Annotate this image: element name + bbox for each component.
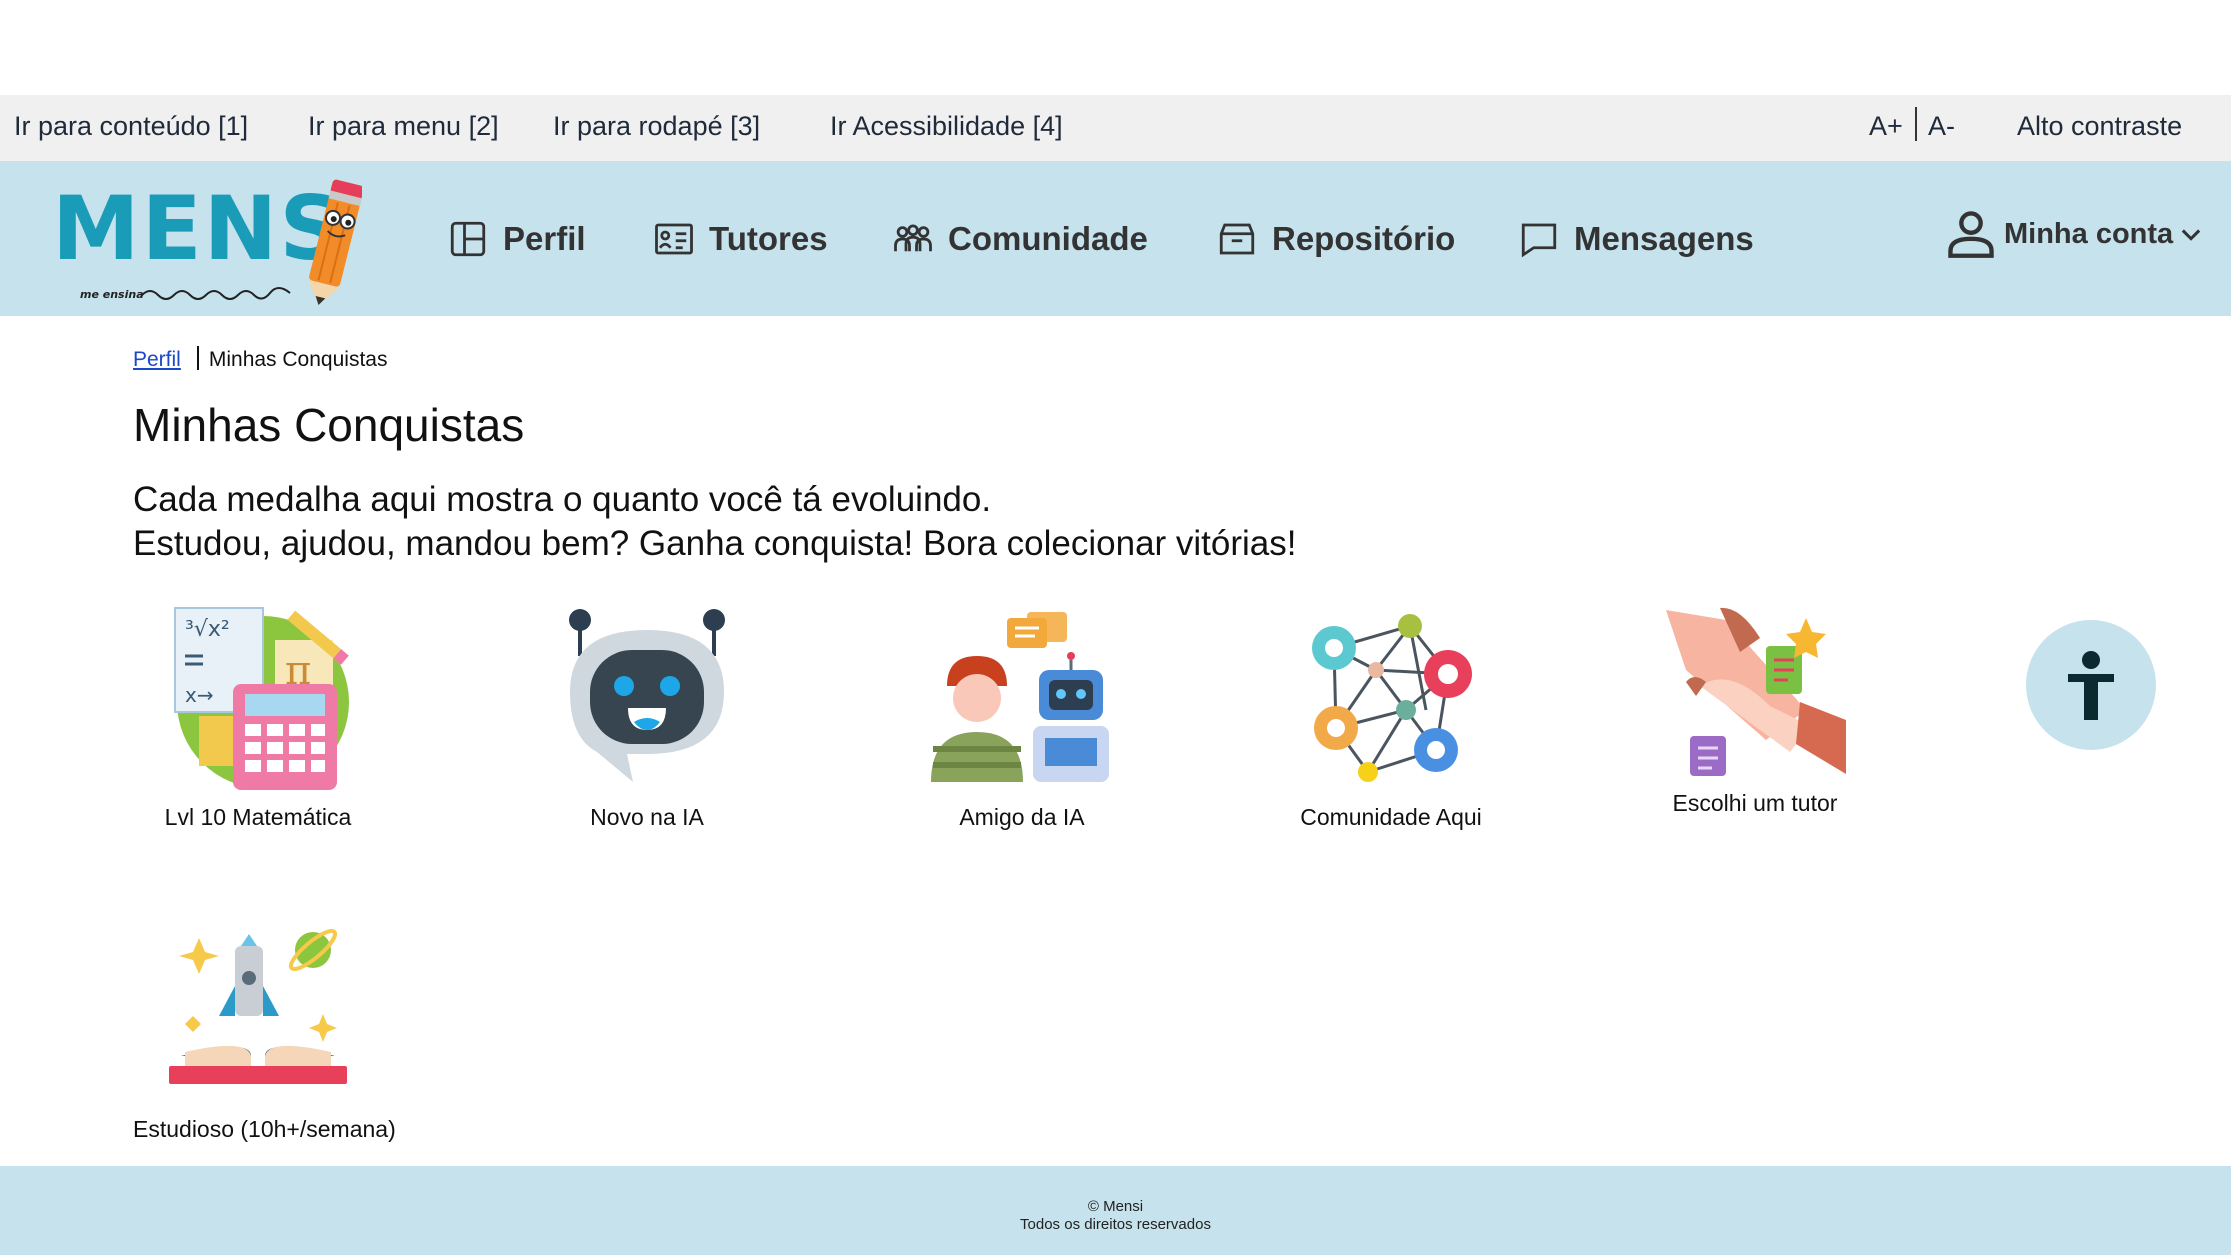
badge-math[interactable]: ³√x² x→ π Lvl 10 Matemática: [133, 606, 383, 831]
tutors-list-icon: [655, 223, 693, 255]
nav-tutores[interactable]: Tutores: [653, 211, 828, 267]
svg-text:x→: x→: [185, 683, 214, 707]
logo-tagline: me ensina: [80, 288, 144, 301]
page-title: Minhas Conquistas: [133, 399, 525, 451]
badge-label: Escolhi um tutor: [1672, 790, 1838, 816]
badge-label: Comunidade Aqui: [1300, 804, 1482, 830]
person-and-robot-icon: [931, 612, 1109, 782]
breadcrumb-current: Minhas Conquistas: [208, 348, 388, 371]
skip-to-footer-link[interactable]: Ir para rodapé [3]: [553, 111, 760, 142]
high-contrast-button[interactable]: Alto contraste: [2017, 111, 2182, 142]
svg-text:MENS: MENS: [52, 177, 345, 280]
skip-to-menu-link[interactable]: Ir para menu [2]: [308, 111, 499, 142]
footer-rights: Todos os direitos reservados: [1020, 1216, 1211, 1233]
badge-label: Amigo da IA: [959, 804, 1085, 830]
skip-to-content-link[interactable]: Ir para conteúdo [1]: [14, 111, 248, 142]
skip-to-accessibility-link[interactable]: Ir Acessibilidade [4]: [830, 111, 1063, 142]
svg-text:³√x²: ³√x²: [185, 617, 230, 642]
font-increase-button[interactable]: A+: [1869, 111, 1903, 142]
page-intro: Cada medalha aqui mostra o quanto você t…: [133, 478, 1297, 566]
math-calculator-icon: ³√x² x→ π: [174, 607, 349, 790]
account-label: Minha conta: [2004, 217, 2174, 250]
nav-mensagens[interactable]: Mensagens: [1518, 211, 1754, 267]
account-menu[interactable]: Minha conta: [1942, 205, 2205, 263]
nav-perfil[interactable]: Perfil: [447, 211, 586, 267]
main-header: MENS me ensina Perfil Tutores Comunidade…: [0, 161, 2231, 316]
nav-label: Mensagens: [1574, 220, 1754, 257]
mensi-logo[interactable]: MENS me ensina: [52, 167, 364, 309]
chatbot-icon: [569, 609, 725, 782]
intro-line-2: Estudou, ajudou, mandou bem? Ganha conqu…: [133, 524, 1297, 563]
badge-amigo-da-ia[interactable]: Amigo da IA: [897, 606, 1147, 831]
badge-label: Estudioso (10h+/semana): [133, 1116, 396, 1142]
breadcrumb-link-perfil[interactable]: Perfil: [133, 348, 181, 371]
user-icon: [1948, 211, 1994, 258]
badge-novo-na-ia[interactable]: Novo na IA: [522, 606, 772, 831]
nav-comunidade[interactable]: Comunidade: [892, 211, 1148, 267]
font-decrease-button[interactable]: A-: [1928, 111, 1955, 142]
handshake-icon: [1666, 607, 1846, 776]
badge-comunidade-aqui[interactable]: Comunidade Aqui: [1266, 606, 1516, 831]
accessibility-bar: Ir para conteúdo [1] Ir para menu [2] Ir…: [0, 95, 2231, 161]
nav-label: Tutores: [709, 220, 828, 257]
badge-label: Lvl 10 Matemática: [164, 804, 352, 830]
accessibility-person-icon: [2068, 651, 2114, 720]
nav-label: Perfil: [503, 220, 586, 257]
logo-image: MENS me ensina: [52, 177, 364, 305]
nav-label: Repositório: [1272, 220, 1456, 257]
nav-repositorio[interactable]: Repositório: [1216, 211, 1455, 267]
rocket-book-icon: [169, 928, 347, 1084]
breadcrumb-divider: [196, 346, 199, 370]
badge-label: Novo na IA: [590, 804, 704, 830]
profile-layout-icon: [450, 221, 486, 257]
nav-label: Comunidade: [948, 220, 1148, 257]
footer: © Mensi Todos os direitos reservados: [0, 1166, 2231, 1255]
community-users-icon: [894, 224, 932, 252]
breadcrumb: Perfil Minhas Conquistas: [133, 346, 387, 372]
badge-escolhi-um-tutor[interactable]: Escolhi um tutor: [1630, 606, 1880, 817]
intro-line-1: Cada medalha aqui mostra o quanto você t…: [133, 480, 992, 519]
top-blank-area: [0, 0, 2231, 95]
accessibility-button[interactable]: [2026, 620, 2156, 750]
footer-copyright: © Mensi: [1087, 1198, 1144, 1215]
network-community-icon: [1312, 614, 1472, 782]
badge-estudioso[interactable]: Estudioso (10h+/semana): [133, 916, 396, 1143]
archive-box-icon: [1219, 223, 1255, 255]
message-bubble-icon: [1521, 223, 1557, 258]
font-size-divider: [1915, 107, 1917, 141]
chevron-down-icon: [2181, 229, 2201, 241]
